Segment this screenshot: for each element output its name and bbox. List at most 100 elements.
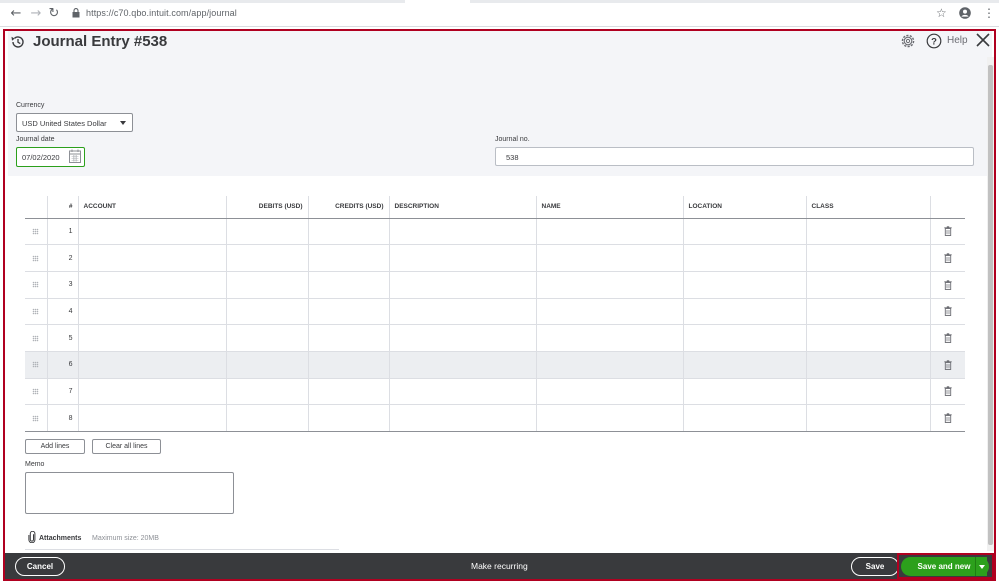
class-cell[interactable]: [806, 351, 931, 379]
credits-cell[interactable]: [308, 351, 390, 379]
account-avatar-icon[interactable]: [959, 7, 971, 19]
help-icon[interactable]: ?: [926, 33, 942, 49]
location-cell[interactable]: [683, 244, 807, 272]
drag-handle-icon[interactable]: [30, 388, 42, 395]
debits-cell[interactable]: [226, 244, 309, 272]
clear-all-lines-button[interactable]: Clear all lines: [92, 439, 161, 454]
make-recurring-link[interactable]: Make recurring: [471, 561, 528, 571]
trash-icon[interactable]: [936, 386, 961, 397]
trash-icon[interactable]: [936, 226, 961, 237]
table-row[interactable]: 1: [25, 218, 965, 246]
trash-icon[interactable]: [936, 306, 961, 317]
debits-cell[interactable]: [226, 351, 309, 379]
drag-handle-icon[interactable]: [30, 335, 42, 342]
delete-row-button[interactable]: [930, 244, 965, 272]
credits-cell[interactable]: [308, 218, 390, 246]
delete-row-button[interactable]: [930, 378, 965, 406]
account-cell[interactable]: [78, 218, 227, 246]
description-cell[interactable]: [389, 351, 537, 379]
location-cell[interactable]: [683, 404, 807, 432]
name-cell[interactable]: [536, 351, 684, 379]
drag-handle-icon[interactable]: [30, 361, 42, 368]
description-cell[interactable]: [389, 271, 537, 299]
delete-row-button[interactable]: [930, 218, 965, 246]
credits-cell[interactable]: [308, 298, 390, 326]
table-row[interactable]: 4: [25, 298, 965, 326]
debits-cell[interactable]: [226, 404, 309, 432]
location-cell[interactable]: [683, 324, 807, 352]
back-arrow-icon[interactable]: ←: [8, 6, 24, 22]
scrollbar-thumb[interactable]: [988, 65, 993, 545]
account-cell[interactable]: [78, 404, 227, 432]
add-lines-button[interactable]: Add lines: [25, 439, 85, 454]
location-cell[interactable]: [683, 218, 807, 246]
class-cell[interactable]: [806, 218, 931, 246]
account-cell[interactable]: [78, 351, 227, 379]
delete-row-button[interactable]: [930, 404, 965, 432]
account-cell[interactable]: [78, 298, 227, 326]
drag-handle[interactable]: [25, 378, 48, 406]
name-cell[interactable]: [536, 271, 684, 299]
debits-cell[interactable]: [226, 378, 309, 406]
browser-menu-icon[interactable]: ⋮: [983, 6, 995, 20]
debits-cell[interactable]: [226, 298, 309, 326]
class-cell[interactable]: [806, 324, 931, 352]
credits-cell[interactable]: [308, 244, 390, 272]
memo-textarea[interactable]: [25, 472, 234, 514]
name-cell[interactable]: [536, 244, 684, 272]
delete-row-button[interactable]: [930, 324, 965, 352]
drag-handle-icon[interactable]: [30, 308, 42, 315]
delete-row-button[interactable]: [930, 298, 965, 326]
help-label[interactable]: Help: [947, 35, 968, 46]
account-cell[interactable]: [78, 324, 227, 352]
trash-icon[interactable]: [936, 360, 961, 370]
account-cell[interactable]: [78, 271, 227, 299]
reload-icon[interactable]: ↻: [46, 6, 62, 22]
table-row[interactable]: 2: [25, 244, 965, 272]
credits-cell[interactable]: [308, 324, 390, 352]
class-cell[interactable]: [806, 271, 931, 299]
drag-handle-icon[interactable]: [30, 415, 42, 422]
name-cell[interactable]: [536, 324, 684, 352]
currency-select[interactable]: USD United States Dollar: [16, 113, 133, 132]
description-cell[interactable]: [389, 244, 537, 272]
delete-row-button[interactable]: [930, 271, 965, 299]
vertical-scrollbar[interactable]: [987, 57, 994, 551]
address-bar-url[interactable]: https://c70.qbo.intuit.com/app/journal: [86, 8, 237, 18]
location-cell[interactable]: [683, 298, 807, 326]
debits-cell[interactable]: [226, 271, 309, 299]
debits-cell[interactable]: [226, 324, 309, 352]
class-cell[interactable]: [806, 378, 931, 406]
account-cell[interactable]: [78, 378, 227, 406]
description-cell[interactable]: [389, 378, 537, 406]
trash-icon[interactable]: [936, 253, 961, 263]
credits-cell[interactable]: [308, 404, 390, 432]
drag-handle[interactable]: [25, 351, 48, 379]
drag-handle[interactable]: [25, 298, 48, 326]
drag-handle[interactable]: [25, 404, 48, 432]
drag-handle-icon[interactable]: [30, 255, 42, 262]
class-cell[interactable]: [806, 404, 931, 432]
table-row[interactable]: 6: [25, 351, 965, 379]
close-icon[interactable]: [975, 32, 991, 48]
trash-icon[interactable]: [936, 280, 961, 290]
location-cell[interactable]: [683, 271, 807, 299]
table-row[interactable]: 7: [25, 378, 965, 406]
drag-handle-icon[interactable]: [30, 228, 42, 235]
drag-handle[interactable]: [25, 244, 48, 272]
name-cell[interactable]: [536, 378, 684, 406]
trash-icon[interactable]: [936, 333, 961, 344]
class-cell[interactable]: [806, 244, 931, 272]
location-cell[interactable]: [683, 351, 807, 379]
credits-cell[interactable]: [308, 378, 390, 406]
description-cell[interactable]: [389, 218, 537, 246]
credits-cell[interactable]: [308, 271, 390, 299]
account-cell[interactable]: [78, 244, 227, 272]
description-cell[interactable]: [389, 298, 537, 326]
class-cell[interactable]: [806, 298, 931, 326]
name-cell[interactable]: [536, 218, 684, 246]
drag-handle[interactable]: [25, 218, 48, 246]
table-row[interactable]: 3: [25, 271, 965, 299]
table-row[interactable]: 5: [25, 324, 965, 352]
drag-handle[interactable]: [25, 324, 48, 352]
